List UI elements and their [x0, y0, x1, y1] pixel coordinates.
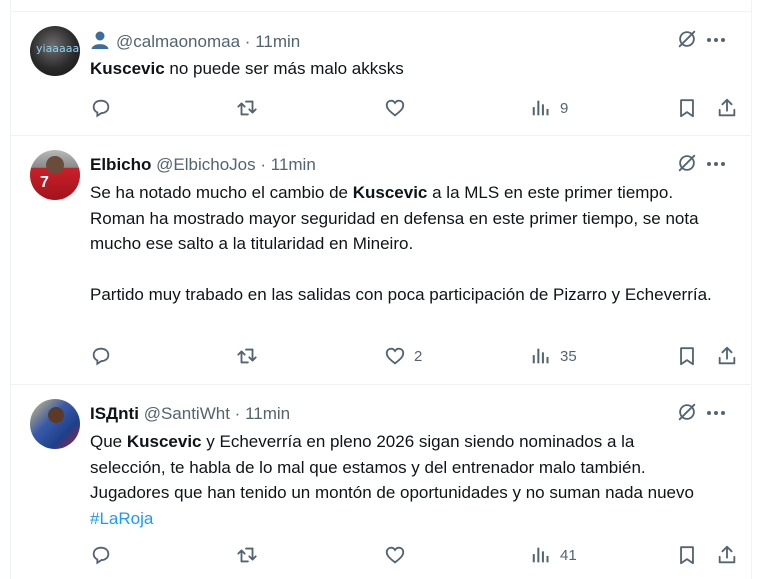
- retweet-icon: [237, 348, 257, 364]
- like-button[interactable]: 2: [384, 344, 422, 368]
- tweet-text-span: Que: [90, 432, 127, 451]
- bookmark-icon: [680, 347, 694, 366]
- tweet-header: Elbicho @ElbichoJos · 11min: [90, 154, 316, 176]
- bookmark-icon: [680, 546, 694, 565]
- display-name[interactable]: ISДnti: [90, 404, 139, 423]
- tweet[interactable]: ISДnti @SantiWht · 11min Que Kuscevic y …: [10, 385, 752, 579]
- bookmark-button[interactable]: [676, 543, 698, 567]
- more-icon[interactable]: [704, 30, 728, 50]
- heart-icon: [385, 546, 405, 564]
- tweet-actions: 41: [90, 543, 736, 567]
- timestamp[interactable]: 11min: [255, 32, 300, 51]
- retweet-button[interactable]: [236, 344, 266, 368]
- tweet-paragraph: Partido muy trabado en las salidas con p…: [90, 284, 712, 304]
- tweet-text-span: no puede ser más malo akksks: [164, 59, 404, 78]
- reply-icon: [92, 347, 110, 366]
- bold-mention: Kuscevic: [126, 432, 202, 451]
- tweet-text: Se ha notado mucho el cambio de Kuscevic…: [90, 180, 712, 307]
- tweet-actions: 9: [90, 96, 736, 120]
- avatar[interactable]: 7: [30, 150, 80, 200]
- reply-button[interactable]: [90, 96, 120, 120]
- views-icon: [532, 547, 549, 563]
- bold-mention: Kuscevic: [352, 183, 428, 202]
- tweet[interactable]: yiaaaaa @calmaonomaa · 11min Kuscevic no…: [10, 12, 752, 136]
- more-icon[interactable]: [704, 154, 728, 174]
- user-handle[interactable]: @ElbichoJos: [156, 155, 255, 174]
- like-button[interactable]: [384, 543, 414, 567]
- bookmark-button[interactable]: [676, 344, 698, 368]
- avatar-overlay-text: yiaaaaa: [36, 42, 80, 55]
- retweet-icon: [237, 547, 257, 563]
- reply-icon: [92, 546, 110, 565]
- heart-icon: [385, 347, 405, 365]
- avatar-head: [46, 156, 64, 174]
- tweet-text: Kuscevic no puede ser más malo akksks: [90, 56, 712, 82]
- reply-button[interactable]: [90, 543, 120, 567]
- share-icon: [718, 545, 736, 564]
- share-button[interactable]: [716, 543, 738, 567]
- views-icon: [532, 348, 549, 364]
- views-button[interactable]: 35: [530, 344, 577, 368]
- share-icon: [718, 98, 736, 117]
- timestamp[interactable]: 11min: [271, 155, 316, 174]
- timeline-feed: yiaaaaa @calmaonomaa · 11min Kuscevic no…: [0, 0, 760, 579]
- views-count: 9: [560, 99, 569, 117]
- tweet[interactable]: 7 Elbicho @ElbichoJos · 11min Se ha nota…: [10, 136, 752, 385]
- grok-icon[interactable]: [676, 28, 698, 50]
- share-icon: [718, 346, 736, 365]
- avatar[interactable]: [30, 399, 80, 449]
- bookmark-icon: [680, 99, 694, 118]
- avatar-head: [48, 407, 64, 423]
- views-count: 35: [560, 347, 577, 365]
- person-icon: [91, 31, 109, 49]
- user-handle[interactable]: @SantiWht: [144, 404, 230, 423]
- tweet-text: Que Kuscevic y Echeverría en pleno 2026 …: [90, 429, 712, 531]
- grok-icon[interactable]: [676, 152, 698, 174]
- views-count: 41: [560, 546, 577, 564]
- timestamp[interactable]: 11min: [245, 404, 290, 423]
- separator-dot: ·: [260, 155, 267, 174]
- views-icon: [532, 100, 549, 116]
- separator-dot: ·: [244, 32, 251, 51]
- retweet-icon: [237, 100, 257, 116]
- retweet-button[interactable]: [236, 543, 266, 567]
- views-button[interactable]: 41: [530, 543, 577, 567]
- like-count: 2: [414, 347, 423, 365]
- bold-mention: Kuscevic: [90, 59, 165, 78]
- reply-icon: [92, 99, 110, 118]
- display-name[interactable]: Elbicho: [90, 155, 151, 174]
- hashtag-link[interactable]: #LaRoja: [90, 509, 153, 528]
- share-button[interactable]: [716, 344, 738, 368]
- views-button[interactable]: 9: [530, 96, 568, 120]
- tweet-actions: 2 35: [90, 344, 736, 368]
- tweet-text-span: Se ha notado mucho el cambio de: [90, 183, 353, 202]
- reply-button[interactable]: [90, 344, 120, 368]
- tweet-header: @calmaonomaa · 11min: [90, 30, 300, 53]
- share-button[interactable]: [716, 96, 738, 120]
- more-icon[interactable]: [704, 403, 728, 423]
- separator-dot: ·: [234, 404, 241, 423]
- user-handle[interactable]: @calmaonomaa: [116, 32, 240, 51]
- retweet-button[interactable]: [236, 96, 266, 120]
- heart-icon: [385, 99, 405, 117]
- avatar[interactable]: yiaaaaa: [30, 26, 80, 76]
- tweet-header: ISДnti @SantiWht · 11min: [90, 403, 290, 425]
- like-button[interactable]: [384, 96, 414, 120]
- avatar-jersey-number: 7: [40, 174, 49, 191]
- bookmark-button[interactable]: [676, 96, 698, 120]
- grok-icon[interactable]: [676, 401, 698, 423]
